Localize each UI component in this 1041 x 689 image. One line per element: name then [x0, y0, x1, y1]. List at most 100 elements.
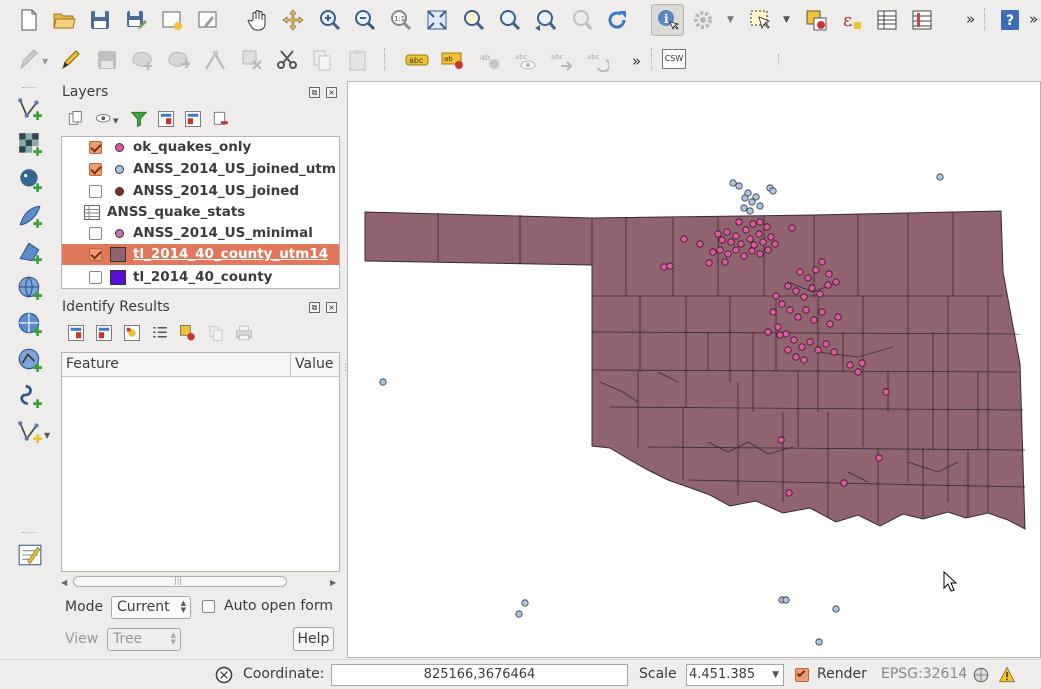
add-group-icon[interactable] [67, 110, 85, 132]
pan-hand-icon[interactable] [243, 5, 273, 35]
horizontal-scrollbar[interactable]: ◀ ||| ▶ [61, 575, 340, 589]
layer-item-anss-2014-us-minimal[interactable]: ANSS_2014_US_minimal [62, 223, 339, 244]
render-checkbox[interactable] [795, 668, 809, 682]
clear-results-icon[interactable] [151, 324, 169, 346]
manage-visibility-eye-icon[interactable] [94, 110, 114, 132]
crs-globe-icon[interactable] [972, 666, 990, 688]
help-icon[interactable]: ? [995, 5, 1025, 35]
add-delimited-text-layer-icon[interactable] [14, 380, 46, 412]
edit-dropdown-arrow-icon[interactable]: ▼ [42, 57, 48, 66]
layer-visibility-checkbox[interactable] [89, 141, 102, 154]
add-feature-icon[interactable] [128, 45, 158, 75]
expand-new-results-icon[interactable] [123, 324, 141, 346]
pan-to-selection-icon[interactable] [278, 5, 308, 35]
add-postgis-layer-icon[interactable] [14, 164, 46, 196]
copy-features-icon[interactable] [307, 45, 337, 75]
layer-item-ok-quakes-only[interactable]: ok_quakes_only [62, 137, 339, 158]
zoom-full-icon[interactable] [422, 5, 452, 35]
statistical-summary-icon[interactable] [907, 5, 937, 35]
print-icon[interactable] [235, 324, 253, 346]
rotate-label-icon[interactable]: abc [582, 45, 612, 75]
edit-pencil-icon[interactable] [14, 45, 44, 75]
action-dropdown-arrow-icon[interactable]: ▼ [727, 15, 734, 25]
help-button[interactable]: Help [293, 627, 334, 651]
layer-item-anss-quake-stats[interactable]: ANSS_quake_stats [62, 202, 339, 223]
add-mssql-layer-icon[interactable] [14, 236, 46, 268]
move-feature-icon[interactable] [164, 45, 194, 75]
copy-feature-icon[interactable] [207, 324, 225, 346]
column-header-feature[interactable]: Feature [62, 353, 291, 377]
crs-status[interactable]: EPSG:32614 [881, 666, 967, 682]
float-panel-icon[interactable]: ⧉ [309, 302, 320, 313]
layer-item-anss-2014-us-joined[interactable]: ANSS_2014_US_joined [62, 181, 339, 202]
zoom-in-icon[interactable] [315, 5, 345, 35]
layer-visibility-checkbox[interactable] [89, 248, 102, 261]
map-canvas[interactable] [347, 81, 1041, 658]
column-header-value[interactable]: Value [291, 353, 339, 377]
scale-dropdown-arrow-icon[interactable]: ▼ [772, 665, 779, 685]
collapse-all-icon[interactable] [184, 110, 202, 132]
remove-layer-icon[interactable] [212, 110, 230, 132]
close-panel-icon[interactable]: × [326, 87, 337, 98]
layer-labeling-icon[interactable]: abc [402, 45, 432, 75]
layer-item-anss-2014-us-joined-utm[interactable]: ANSS_2014_US_joined_utm [62, 159, 339, 180]
add-raster-layer-icon[interactable] [14, 128, 46, 160]
zoom-native-icon[interactable]: 1:1 [386, 5, 416, 35]
zoom-to-layer-icon[interactable] [494, 5, 524, 35]
toolbar-overflow-button[interactable]: » [966, 10, 975, 28]
delete-selected-icon[interactable] [237, 45, 267, 75]
deselect-features-icon[interactable] [179, 324, 197, 346]
toolbar-overflow-button-2[interactable]: » [1029, 10, 1038, 28]
add-wms-layer-icon[interactable] [14, 272, 46, 304]
scroll-left-icon[interactable]: ◀ [61, 578, 67, 587]
cut-features-icon[interactable] [272, 45, 302, 75]
mode-select[interactable]: Current ▲ ▼ [111, 596, 191, 619]
field-calculator-icon[interactable]: ε [837, 5, 867, 35]
scroll-right-icon[interactable]: ▶ [330, 578, 336, 587]
float-panel-icon[interactable]: ⧉ [309, 87, 320, 98]
new-print-composer-icon[interactable] [157, 5, 187, 35]
layer-item-tl-2014-40-county[interactable]: tl_2014_40_county [62, 267, 339, 288]
coordinate-field[interactable]: 825166,3676464 [331, 664, 628, 686]
run-action-gear-icon[interactable] [688, 5, 718, 35]
close-panel-icon[interactable]: × [326, 302, 337, 313]
expand-all-icon[interactable] [157, 110, 175, 132]
save-project-icon[interactable] [85, 5, 115, 35]
auto-open-form-checkbox[interactable] [202, 600, 215, 613]
scale-combo[interactable]: 4.451.385 ▼ [686, 664, 784, 686]
new-shapefile-layer-icon[interactable] [14, 415, 46, 447]
save-edits-icon[interactable] [92, 45, 122, 75]
layer-item-tl-2014-40-county-utm14[interactable]: tl_2014_40_county_utm14 [62, 244, 339, 265]
add-wfs-layer-icon[interactable] [14, 344, 46, 376]
text-annotation-icon[interactable] [14, 539, 46, 571]
zoom-next-icon[interactable] [566, 5, 596, 35]
toolbar-overflow-button-3[interactable]: » [632, 52, 641, 70]
pin-label-icon[interactable]: ab [474, 45, 504, 75]
attribute-table-icon[interactable] [872, 5, 902, 35]
move-label-icon[interactable]: abc [546, 45, 576, 75]
new-layer-dropdown-arrow-icon[interactable]: ▼ [44, 431, 50, 440]
node-tool-icon[interactable] [200, 45, 230, 75]
new-project-icon[interactable] [14, 5, 44, 35]
layer-visibility-checkbox[interactable] [89, 185, 102, 198]
open-project-icon[interactable] [49, 5, 79, 35]
collapse-tree-icon[interactable] [95, 324, 113, 346]
save-as-icon[interactable] [121, 5, 151, 35]
layer-visibility-checkbox[interactable] [89, 163, 102, 176]
visibility-dropdown-arrow-icon[interactable]: ▼ [113, 117, 118, 125]
add-vector-layer-icon[interactable] [14, 92, 46, 124]
zoom-to-selection-icon[interactable] [458, 5, 488, 35]
label-highlight-icon[interactable]: ab [438, 45, 468, 75]
messages-icon[interactable] [214, 665, 234, 689]
view-select[interactable]: Tree ▲ ▼ [107, 628, 181, 651]
filter-legend-icon[interactable] [130, 110, 148, 132]
layer-visibility-checkbox[interactable] [89, 271, 102, 284]
zoom-last-icon[interactable] [530, 5, 560, 35]
select-dropdown-arrow-icon[interactable]: ▼ [783, 15, 790, 25]
csw-button[interactable]: CSW [662, 49, 686, 69]
layer-visibility-checkbox[interactable] [89, 227, 102, 240]
add-spatialite-layer-icon[interactable] [14, 200, 46, 232]
identify-features-icon[interactable]: i [651, 4, 684, 36]
zoom-out-icon[interactable] [350, 5, 380, 35]
select-features-icon[interactable] [745, 5, 775, 35]
